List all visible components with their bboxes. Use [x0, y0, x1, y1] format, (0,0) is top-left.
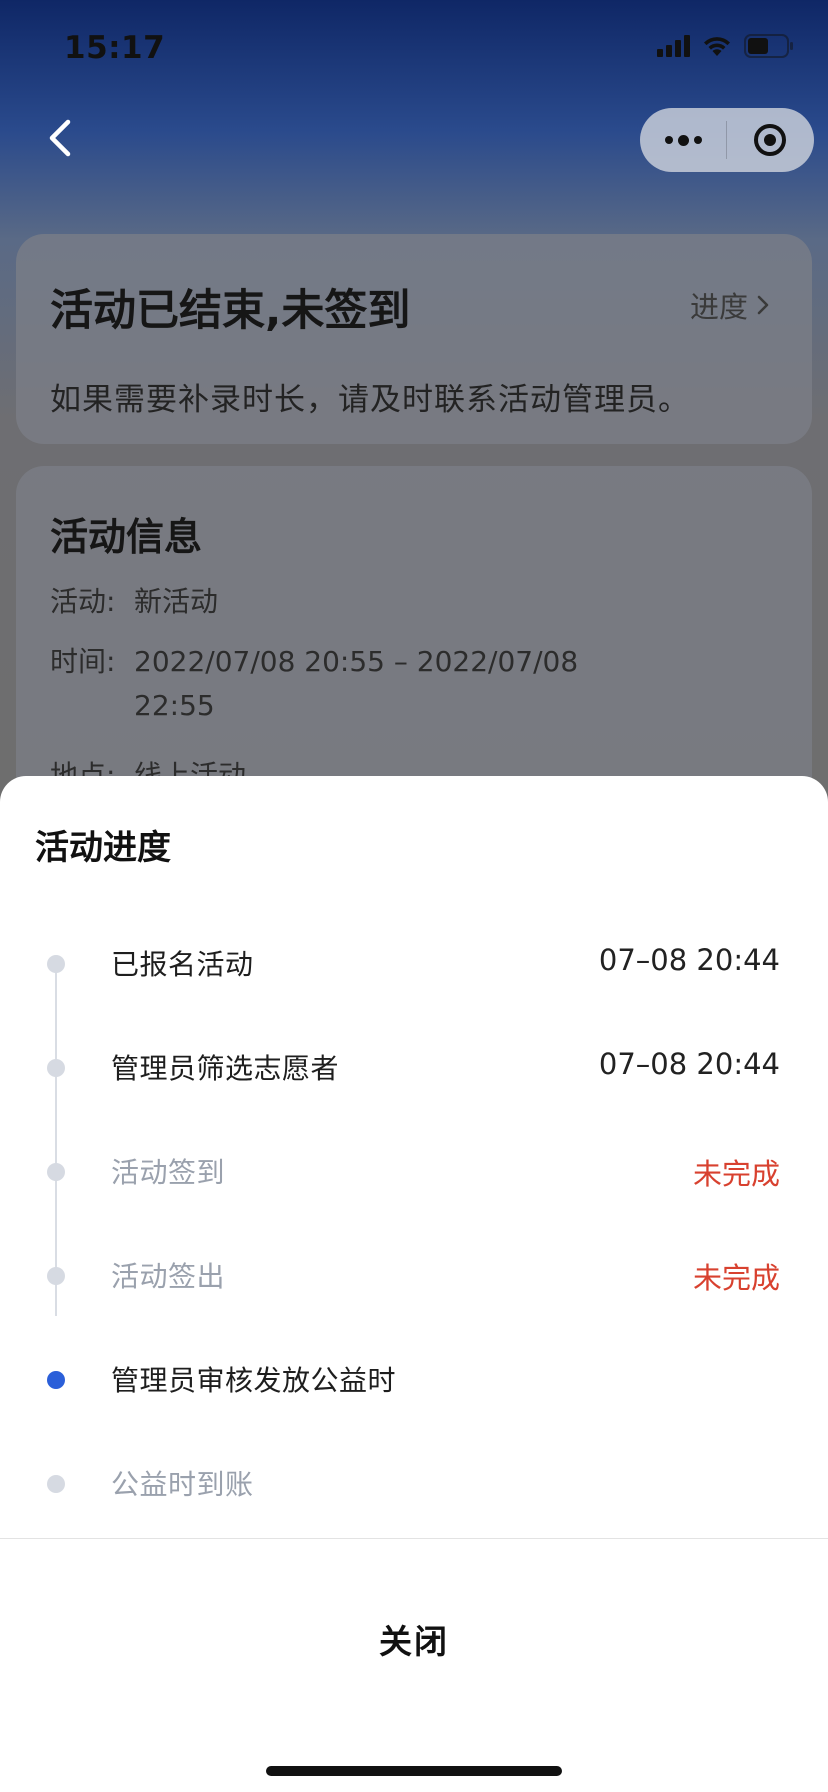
- progress-link-label: 进度: [689, 290, 748, 324]
- status-description: 如果需要补录时长，请及时联系活动管理员。: [50, 382, 690, 418]
- chevron-right-icon: [757, 295, 769, 315]
- step-dot: [47, 1267, 65, 1285]
- step-dot: [47, 955, 65, 973]
- more-icon[interactable]: [640, 108, 726, 172]
- status-time: 15:17: [64, 30, 166, 66]
- wifi-icon: [704, 37, 730, 56]
- progress-step: 活动签到 未完成: [0, 1141, 828, 1201]
- info-row-activity: 活动: 新活动: [50, 580, 594, 624]
- info-key: 时间:: [50, 645, 116, 678]
- close-button[interactable]: 关闭: [0, 1539, 828, 1739]
- info-value: 新活动: [134, 585, 219, 618]
- step-dot: [47, 1163, 65, 1181]
- signal-icon: [657, 35, 690, 57]
- step-label: 管理员筛选志愿者: [111, 1052, 340, 1085]
- mini-program-capsule: [640, 108, 814, 172]
- step-time: 07–08 20:44: [598, 1047, 780, 1081]
- step-label: 管理员审核发放公益时: [111, 1364, 397, 1397]
- status-bar: 15:17: [0, 0, 828, 100]
- progress-step: 管理员筛选志愿者 07–08 20:44: [0, 1037, 828, 1097]
- step-label: 公益时到账: [111, 1468, 254, 1501]
- sheet-title: 活动进度: [35, 828, 171, 868]
- step-time: 07–08 20:44: [598, 943, 780, 977]
- status-title: 活动已结束,未签到: [50, 286, 411, 336]
- progress-step: 活动签出 未完成: [0, 1245, 828, 1305]
- step-label: 已报名活动: [111, 948, 254, 981]
- progress-step: 已报名活动 07–08 20:44: [0, 933, 828, 993]
- info-key: 活动:: [50, 585, 116, 618]
- close-miniprogram-icon[interactable]: [727, 108, 813, 172]
- back-arrow-icon[interactable]: [40, 116, 80, 160]
- home-indicator: [266, 1766, 562, 1776]
- progress-link[interactable]: 进度: [690, 284, 770, 326]
- info-row-time: 时间: 2022/07/08 20:55 – 2022/07/08 22:55: [50, 640, 594, 728]
- step-status: 未完成: [692, 1261, 780, 1295]
- info-title: 活动信息: [50, 515, 203, 559]
- activity-status-card: 活动已结束,未签到 进度 如果需要补录时长，请及时联系活动管理员。: [16, 234, 812, 444]
- progress-step-current: 管理员审核发放公益时: [0, 1349, 828, 1409]
- step-label: 活动签出: [111, 1260, 226, 1293]
- status-icons: [657, 34, 794, 58]
- info-value: 2022/07/08 20:55 – 2022/07/08 22:55: [134, 645, 579, 722]
- step-status: 未完成: [692, 1157, 780, 1191]
- progress-step: 公益时到账: [0, 1453, 828, 1513]
- step-label: 活动签到: [111, 1156, 226, 1189]
- progress-bottom-sheet: 活动进度 已报名活动 07–08 20:44 管理员筛选志愿者 07–08 20…: [0, 776, 828, 1792]
- step-dot: [47, 1475, 65, 1493]
- step-dot: [47, 1059, 65, 1077]
- step-dot-active: [47, 1371, 65, 1389]
- battery-icon: [744, 34, 793, 58]
